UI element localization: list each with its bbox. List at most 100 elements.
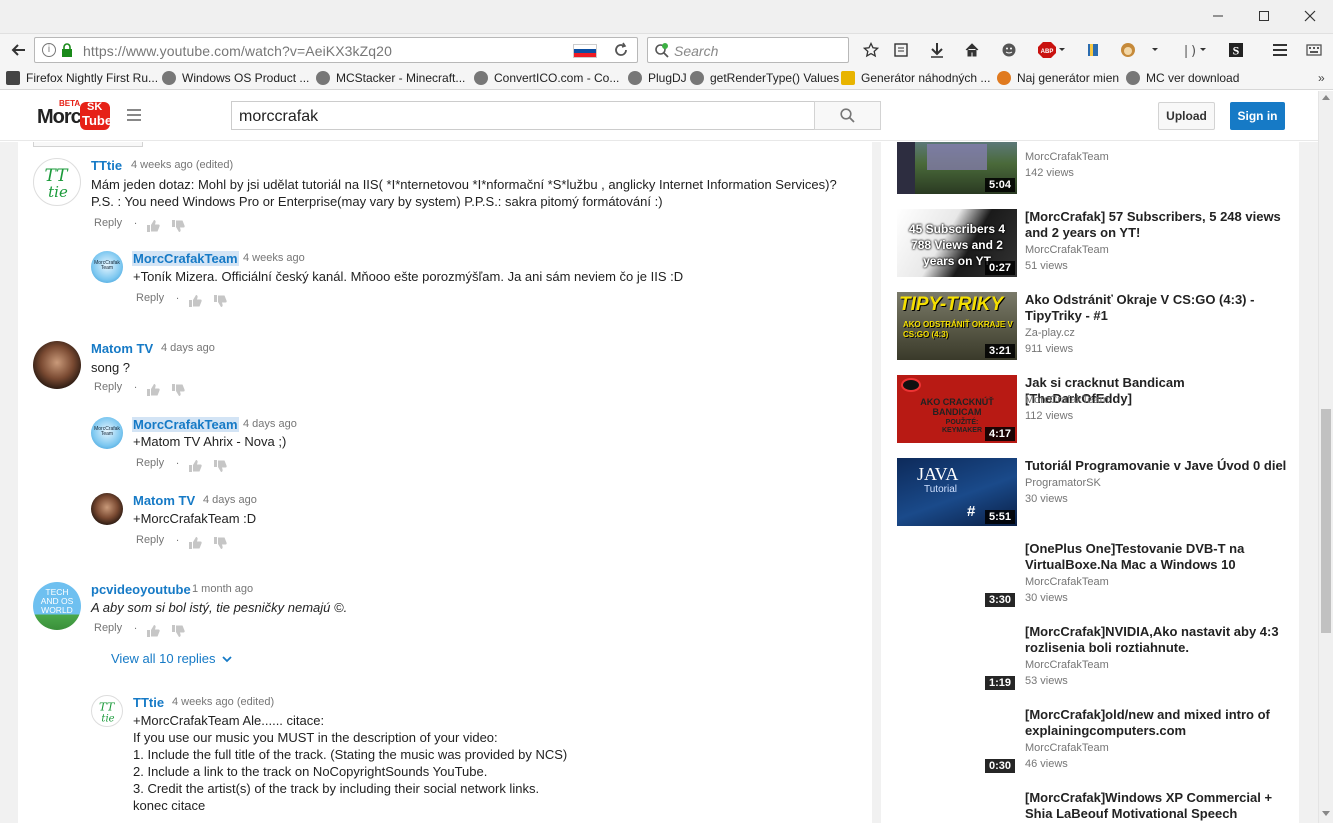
thumbs-down-icon[interactable] [213,536,227,550]
info-icon[interactable]: i [42,43,56,57]
comment-time[interactable]: 4 days ago [161,342,215,354]
reply-button[interactable]: Reply [136,292,164,304]
related-video-item[interactable]: JAVA Tutorial # 5:51 Tutoriál Programova… [897,458,1287,528]
comment-author[interactable]: TTtie [91,158,122,173]
thumbs-up-icon[interactable] [188,536,202,550]
thumbs-down-icon[interactable] [171,383,185,397]
avatar[interactable]: TECH AND OS WORLD [33,582,81,630]
keyboard-icon[interactable] [1303,40,1325,60]
video-channel[interactable]: MorcCrafakTeam [1025,151,1109,163]
scroll-up-arrow-icon[interactable] [1322,95,1330,100]
comment-time[interactable]: 4 weeks ago (edited) [172,696,274,708]
bookmark-item[interactable]: PlugDJ [628,70,687,86]
bookmark-item[interactable]: getRenderType() Values [690,70,839,86]
avatar[interactable] [33,341,81,389]
video-channel[interactable]: MorcCrafakTeam [1025,576,1109,588]
menu-hamburger-icon[interactable] [1269,40,1291,60]
avatar[interactable] [91,493,123,525]
thumbs-up-icon[interactable] [188,294,202,308]
guide-menu-icon[interactable] [127,109,141,121]
url-text[interactable]: https://www.youtube.com/watch?v=AeiKX3kZ… [83,43,392,59]
comment-author[interactable]: TTtie [133,695,164,710]
search-engine-icon[interactable] [654,43,670,62]
extension-s-icon[interactable]: S [1225,40,1247,60]
download-icon[interactable] [926,40,948,60]
reload-icon[interactable] [613,42,629,61]
video-title[interactable]: [OnePlus One]Testovanie DVB-T na Virtual… [1025,541,1287,573]
bookmarks-overflow-icon[interactable]: » [1318,70,1325,86]
minimize-button[interactable] [1195,0,1241,32]
extension-brackets-icon[interactable]: (|) [1178,40,1210,60]
comment-time[interactable]: 4 weeks ago (edited) [131,159,233,171]
maximize-button[interactable] [1241,0,1287,32]
video-channel[interactable]: MorcCrafakTeam [1025,742,1109,754]
comment-author[interactable]: Matom TV [133,493,195,508]
video-thumbnail[interactable]: JAVA Tutorial # 5:51 [897,458,1017,526]
avatar[interactable]: TT tie [91,695,123,727]
thumbs-down-icon[interactable] [213,294,227,308]
thumbs-down-icon[interactable] [213,459,227,473]
reading-list-icon[interactable] [890,40,912,60]
video-title[interactable]: Tutoriál Programovanie v Jave Úvod 0 die… [1025,458,1287,474]
url-bar[interactable]: i https://www.youtube.com/watch?v=AeiKX3… [34,37,638,63]
video-channel[interactable]: ProgramatorSK [1025,477,1101,489]
thumbs-up-icon[interactable] [188,459,202,473]
video-title[interactable]: [MorcCrafak]old/new and mixed intro of e… [1025,707,1287,739]
view-all-replies-button[interactable]: View all 10 replies [111,651,233,666]
thumbs-down-icon[interactable] [171,219,185,233]
video-title[interactable]: [MorcCrafak]NVIDIA,Ako nastavit aby 4:3 … [1025,624,1287,656]
extension-monkey-icon[interactable] [1117,40,1163,60]
comment-time[interactable]: 4 days ago [243,418,297,430]
related-video-item[interactable]: 3:30 [OnePlus One]Testovanie DVB-T na Vi… [897,541,1287,611]
related-video-item[interactable]: 5:04 MorcCrafakTeam 142 views [897,142,1287,196]
video-channel[interactable]: MorcCrafakTeam [1025,659,1109,671]
sign-in-button[interactable]: Sign in [1230,102,1285,130]
upload-button[interactable]: Upload [1158,102,1215,130]
scrollbar-thumb[interactable] [1321,409,1331,633]
video-thumbnail[interactable]: TIPY-TRIKY AKO ODSTRÁNIŤ OKRAJE V CS:GO … [897,292,1017,360]
comment-time[interactable]: 1 month ago [192,583,253,595]
thumbs-up-icon[interactable] [146,383,160,397]
thumbs-up-icon[interactable] [146,219,160,233]
video-title[interactable]: [MorcCrafak]Windows XP Commercial + Shia… [1025,790,1287,822]
smiley-icon[interactable] [998,40,1020,60]
bookmark-item[interactable]: ConvertICO.com - Co... [474,70,619,86]
comment-time[interactable]: 4 weeks ago [243,252,305,264]
bookmark-item[interactable]: Generátor náhodných ... [841,70,990,86]
bookmark-item[interactable]: Firefox Nightly First Ru... [6,70,158,86]
comment-author[interactable]: MorcCrafakTeam [132,251,239,266]
related-video-item[interactable]: TIPY-TRIKY AKO ODSTRÁNIŤ OKRAJE V CS:GO … [897,292,1287,362]
comment-author[interactable]: Matom TV [91,341,153,356]
reply-button[interactable]: Reply [94,217,122,229]
extension-book-icon[interactable] [1082,40,1104,60]
avatar[interactable]: TT tie [33,158,81,206]
video-thumbnail[interactable]: 5:04 [897,142,1017,194]
adblock-plus-icon[interactable]: ABP [1036,40,1068,60]
video-title[interactable]: [MorcCrafak] 57 Subscribers, 5 248 views… [1025,209,1287,241]
page-scrollbar[interactable] [1318,91,1333,823]
bookmark-item[interactable]: MCStacker - Minecraft... [316,70,465,86]
video-thumbnail[interactable]: AKO CRACKNÚŤ BANDICAM POUŽITÉ: KEYMAKER … [897,375,1017,443]
browser-search-bar[interactable]: Search [647,37,849,63]
video-channel[interactable]: MorcCrafakTeam [1025,394,1109,406]
bookmark-item[interactable]: Windows OS Product ... [162,70,309,86]
reply-button[interactable]: Reply [136,457,164,469]
video-title[interactable]: Ako Odstrániť Okraje V CS:GO (4:3) - Tip… [1025,292,1287,324]
avatar[interactable]: MorcCrafak Team [91,251,123,283]
related-video-item[interactable]: 1:19 [MorcCrafak]NVIDIA,Ako nastavit aby… [897,624,1287,694]
yt-logo[interactable]: Morc Tube SK BETA [37,99,112,131]
related-video-item[interactable]: 45 Subscribers 4 788 Views and 2 years o… [897,209,1287,279]
close-window-button[interactable] [1287,0,1333,32]
video-thumbnail[interactable]: 1:19 [897,624,1017,692]
yt-search-input[interactable]: morccrafak [231,101,815,130]
reply-button[interactable]: Reply [136,534,164,546]
comment-author[interactable]: MorcCrafakTeam [132,417,239,432]
thumbs-up-icon[interactable] [146,624,160,638]
thumbs-down-icon[interactable] [171,624,185,638]
bookmark-star-icon[interactable] [860,40,882,60]
home-icon[interactable] [961,40,983,60]
comment-time[interactable]: 4 days ago [203,494,257,506]
bookmark-item[interactable]: Naj generátor mien [997,70,1119,86]
scroll-down-arrow-icon[interactable] [1322,811,1330,816]
video-thumbnail[interactable]: 3:30 [897,541,1017,609]
